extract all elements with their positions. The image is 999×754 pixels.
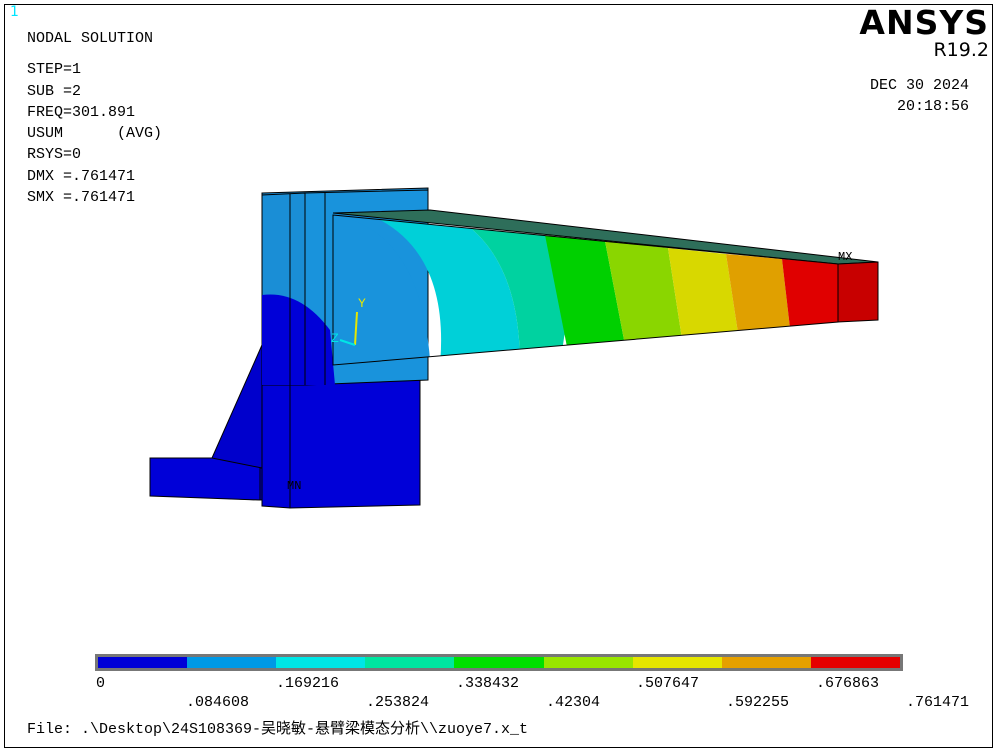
axis-z-label: Z [331, 331, 339, 346]
axis-y-label: Y [358, 296, 366, 311]
legend-label-5: .42304 [546, 694, 601, 711]
support-block-front [289, 379, 421, 509]
legend-color-segment [98, 657, 188, 668]
support-rib [211, 344, 263, 469]
legend-label-7: .592255 [726, 694, 790, 711]
legend-label-2: .169216 [276, 675, 340, 692]
min-marker: MN [287, 479, 301, 493]
legend-label-0: 0 [96, 675, 106, 692]
legend-label-3: .253824 [366, 694, 430, 711]
legend-label-6: .507647 [636, 675, 700, 692]
legend-color-segment [543, 657, 633, 668]
legend-color-segment [276, 657, 366, 668]
contour-legend-bar [95, 654, 903, 671]
fea-model-plot[interactable]: Y Z MX MN [0, 0, 999, 754]
legend-color-segment [365, 657, 455, 668]
beam-end-face [837, 261, 879, 323]
legend-color-segment [454, 657, 544, 668]
legend-label-9: .761471 [906, 694, 970, 711]
legend-label-8: .676863 [816, 675, 880, 692]
file-path-footer: File: .\Desktop\24S108369-吴晓敏-悬臂梁模态分析\\z… [27, 721, 529, 738]
max-marker: MX [838, 250, 852, 264]
legend-label-1: .084608 [186, 694, 250, 711]
legend-label-4: .338432 [456, 675, 520, 692]
legend-color-segment [632, 657, 722, 668]
legend-color-segment [721, 657, 811, 668]
legend-color-segment [810, 657, 900, 668]
beam-front-face [333, 215, 838, 365]
legend-color-segment [187, 657, 277, 668]
ansys-graphics-window[interactable]: 1 NODAL SOLUTION STEP=1 SUB =2 FREQ=301.… [0, 0, 999, 754]
